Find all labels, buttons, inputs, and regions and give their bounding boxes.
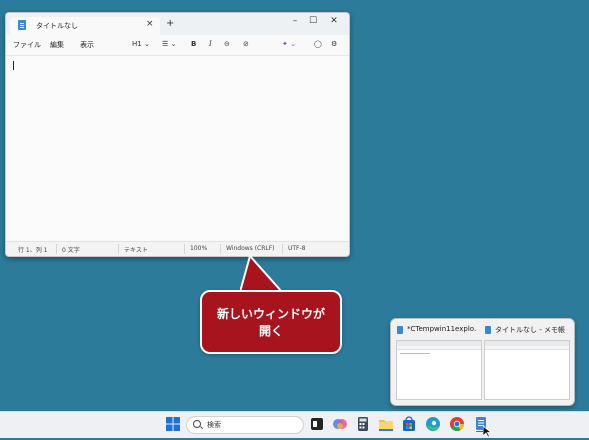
bold-button[interactable]: B — [191, 40, 196, 48]
taskbar-preview-popup: *CTempwin11explo… タイトルなし - メモ帳 — [390, 318, 575, 406]
preview-thumbnail-1[interactable] — [396, 340, 482, 400]
title-bar[interactable]: タイトルなし × + – ☐ ✕ — [6, 13, 349, 35]
preview-window-2-title[interactable]: タイトルなし - メモ帳 — [495, 325, 571, 335]
notepad-icon — [18, 20, 26, 30]
character-count: 0 文字 — [62, 247, 80, 254]
search-icon — [193, 420, 201, 428]
chrome-icon[interactable] — [449, 416, 465, 432]
status-divider — [56, 244, 57, 254]
new-tab-button[interactable]: + — [166, 18, 174, 29]
format-mode[interactable]: テキスト — [124, 245, 148, 254]
status-divider — [282, 244, 283, 254]
status-divider — [184, 244, 185, 254]
account-icon[interactable]: ◯ — [314, 40, 322, 48]
text-caret — [13, 61, 14, 70]
italic-button[interactable]: I — [209, 40, 212, 48]
close-button[interactable]: ✕ — [327, 16, 341, 26]
status-divider — [118, 244, 119, 254]
preview-window-1-title[interactable]: *CTempwin11explo… — [407, 325, 477, 333]
file-explorer-icon[interactable] — [378, 416, 394, 432]
taskbar: 検索 — [0, 411, 589, 438]
list-dropdown[interactable]: ☰ ⌄ — [162, 40, 176, 48]
menu-edit[interactable]: 編集 — [50, 40, 64, 50]
edge-icon[interactable] — [425, 416, 441, 432]
preview-thumbnail-2[interactable] — [484, 340, 570, 400]
heading-dropdown[interactable]: H1 ⌄ — [132, 40, 150, 48]
settings-icon[interactable]: ⚙ — [331, 40, 337, 48]
copilot-dropdown[interactable]: ✦ ⌄ — [282, 40, 296, 48]
text-editor[interactable] — [6, 56, 349, 239]
search-label: 検索 — [207, 421, 221, 429]
clear-formatting-icon[interactable]: ⊘ — [243, 40, 249, 48]
minimize-button[interactable]: – — [288, 16, 302, 26]
menu-bar: ファイル 編集 表示 H1 ⌄ ☰ ⌄ B I ⊝ ⊘ ✦ ⌄ ◯ ⚙ — [6, 35, 349, 56]
store-icon[interactable] — [401, 416, 417, 432]
maximize-button[interactable]: ☐ — [306, 16, 320, 26]
encoding[interactable]: UTF-8 — [288, 245, 306, 252]
callout-line-1: 新しいウィンドウが — [216, 307, 325, 321]
mouse-cursor — [482, 425, 493, 440]
zoom-level[interactable]: 100% — [190, 245, 207, 252]
calculator-icon[interactable] — [355, 416, 371, 432]
callout-box: 新しいウィンドウが 開く — [200, 290, 342, 354]
status-bar: 行 1、列 1 0 文字 テキスト 100% Windows (CRLF) UT… — [6, 241, 349, 256]
menu-file[interactable]: ファイル — [13, 40, 41, 50]
notepad-icon — [397, 326, 403, 334]
copilot-icon[interactable] — [332, 416, 348, 432]
terminal-icon[interactable] — [309, 416, 325, 432]
link-icon[interactable]: ⊝ — [224, 40, 230, 48]
notepad-window: タイトルなし × + – ☐ ✕ ファイル 編集 表示 H1 ⌄ ☰ ⌄ B I… — [5, 12, 350, 257]
tab-close-button[interactable]: × — [146, 19, 154, 29]
tab-title: タイトルなし — [36, 22, 78, 30]
cursor-position: 行 1、列 1 — [18, 247, 48, 254]
notepad-icon — [485, 326, 491, 334]
tab-untitled[interactable]: タイトルなし × — [10, 17, 160, 35]
callout-line-2: 開く — [258, 324, 283, 338]
status-divider — [220, 244, 221, 254]
search-box[interactable]: 検索 — [186, 416, 304, 434]
menu-view[interactable]: 表示 — [80, 40, 94, 50]
windows-start-icon[interactable] — [165, 416, 181, 432]
line-ending[interactable]: Windows (CRLF) — [226, 245, 275, 252]
